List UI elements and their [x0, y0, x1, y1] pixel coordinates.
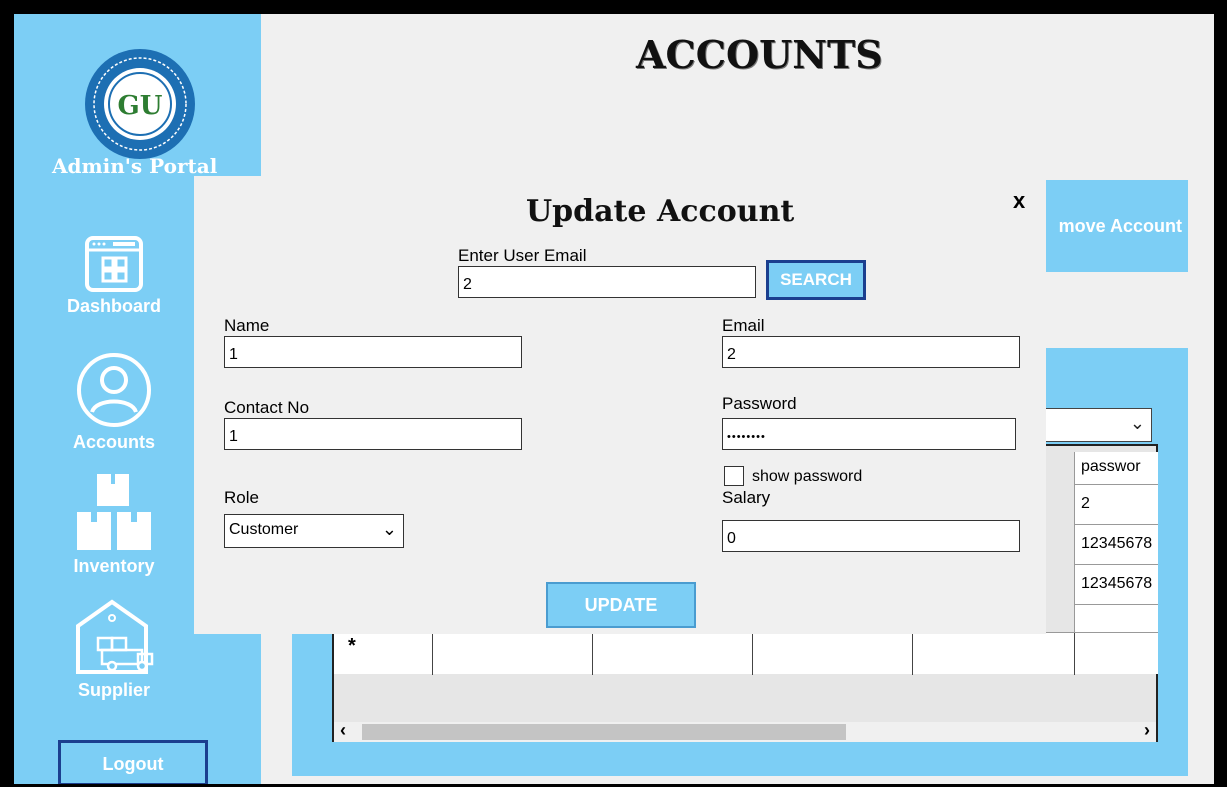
close-icon[interactable]: x: [1013, 188, 1025, 214]
column-divider: [752, 633, 753, 675]
column-header-password[interactable]: passwor: [1074, 452, 1158, 484]
user-icon: [14, 352, 214, 428]
salary-label: Salary: [722, 488, 771, 507]
university-logo-icon: GU: [84, 48, 196, 160]
dashboard-icon: [14, 236, 214, 292]
app-window: GU Admin's Portal Dashboard Accounts Inv…: [14, 14, 1214, 784]
logout-button[interactable]: Logout: [58, 740, 208, 784]
page-title: ACCOUNTS: [636, 32, 883, 77]
chevron-down-icon: ⌄: [1129, 413, 1145, 433]
sidebar-item-label: Inventory: [73, 556, 155, 576]
password-label: Password: [722, 394, 797, 413]
dialog-title: Update Account: [526, 194, 795, 229]
table-cell[interactable]: [1074, 604, 1158, 632]
update-account-dialog: Update Account x Enter User Email SEARCH…: [194, 176, 1046, 634]
column-divider: [912, 633, 913, 675]
sidebar-item-label: Accounts: [72, 432, 155, 452]
logo-initials: GU: [118, 91, 163, 121]
column-divider: [592, 633, 593, 675]
sidebar-item-dashboard[interactable]: Dashboard: [14, 236, 214, 317]
remove-account-button[interactable]: move Account: [1034, 180, 1188, 272]
email-label: Email: [722, 316, 765, 335]
search-email-label: Enter User Email: [458, 246, 587, 265]
sidebar-item-supplier[interactable]: Supplier: [14, 596, 214, 701]
scroll-right-icon[interactable]: ›: [1144, 720, 1150, 741]
column-divider: [1074, 633, 1075, 675]
scroll-left-icon[interactable]: ‹: [340, 720, 346, 741]
show-password-label: show password: [752, 468, 863, 485]
logo-panel: GU Admin's Portal: [14, 14, 261, 178]
table-new-row[interactable]: *: [334, 632, 1158, 675]
contact-label: Contact No: [224, 398, 310, 417]
column-divider: [432, 633, 433, 675]
sidebar-item-inventory[interactable]: Inventory: [14, 472, 214, 577]
warehouse-truck-icon: [14, 596, 214, 676]
sidebar-item-label: Dashboard: [66, 296, 162, 316]
table-cell[interactable]: 2: [1074, 484, 1158, 524]
table-cell[interactable]: 12345678: [1074, 564, 1158, 604]
role-select[interactable]: Customer ⌄: [224, 514, 404, 548]
sidebar-item-accounts[interactable]: Accounts: [14, 352, 214, 453]
horizontal-scrollbar[interactable]: ‹ ›: [334, 720, 1156, 742]
sidebar-item-label: Supplier: [77, 680, 150, 700]
update-button[interactable]: UPDATE: [546, 582, 696, 628]
table-cell[interactable]: 12345678: [1074, 524, 1158, 564]
chevron-down-icon: ⌄: [381, 519, 397, 539]
portal-title: Admin's Portal: [52, 154, 218, 178]
role-label: Role: [224, 488, 259, 507]
name-input[interactable]: [224, 336, 522, 368]
search-button[interactable]: SEARCH: [766, 260, 866, 300]
email-input[interactable]: [722, 336, 1020, 368]
password-input[interactable]: [722, 418, 1016, 450]
show-password-checkbox[interactable]: [724, 466, 744, 486]
scrollbar-thumb[interactable]: [362, 724, 846, 740]
salary-input[interactable]: [722, 520, 1020, 552]
contact-input[interactable]: [224, 418, 522, 450]
filter-dropdown[interactable]: ⌄: [1044, 408, 1152, 442]
boxes-icon: [14, 472, 214, 552]
search-email-input[interactable]: [458, 266, 756, 298]
role-select-value: Customer: [229, 521, 299, 538]
name-label: Name: [224, 316, 270, 335]
new-row-marker: *: [348, 635, 356, 657]
